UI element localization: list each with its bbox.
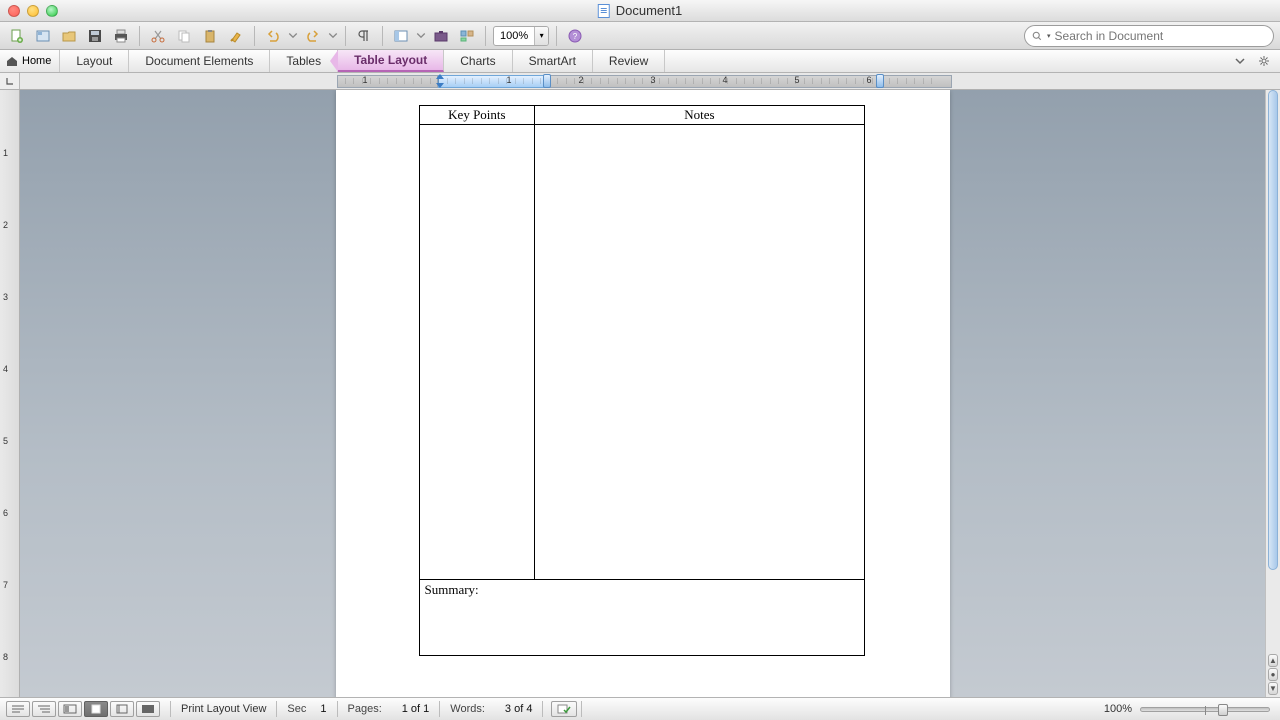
scroll-next-page-button[interactable]: ▼ <box>1268 682 1278 695</box>
ribbon-settings-button[interactable] <box>1256 53 1272 69</box>
ribbon-tab-smartart[interactable]: SmartArt <box>513 50 593 72</box>
close-window-button[interactable] <box>8 5 20 17</box>
search-icon <box>1031 30 1043 42</box>
titlebar: Document1 <box>0 0 1280 22</box>
minimize-window-button[interactable] <box>27 5 39 17</box>
notebook-layout-view-button[interactable] <box>110 701 134 717</box>
column-marker-right[interactable] <box>876 74 884 88</box>
format-painter-button[interactable] <box>225 25 247 47</box>
ribbon-tab-layout[interactable]: Layout <box>60 50 129 72</box>
scroll-prev-page-button[interactable]: ▲ <box>1268 654 1278 667</box>
word-count-indicator[interactable]: Words: 3 of 4 <box>444 703 538 715</box>
workspace: 1 2 3 4 5 6 7 8 Key Points Notes Summary… <box>0 90 1280 697</box>
ribbon-home-label: Home <box>22 55 51 67</box>
ribbon-home-tab[interactable]: Home <box>0 50 60 72</box>
ribbon-tab-charts[interactable]: Charts <box>444 50 512 72</box>
status-bar: Print Layout View Sec 1 Pages: 1 of 1 Wo… <box>0 697 1280 720</box>
zoom-value: 100% <box>494 30 534 42</box>
open-button[interactable] <box>58 25 80 47</box>
spell-check-button[interactable] <box>551 701 577 717</box>
table-cell-keypoints[interactable] <box>419 125 535 580</box>
window-title: Document1 <box>616 3 682 18</box>
document-page[interactable]: Key Points Notes Summary: <box>336 90 950 697</box>
print-layout-view-button[interactable] <box>84 701 108 717</box>
new-from-template-button[interactable] <box>32 25 54 47</box>
ribbon-tab-review[interactable]: Review <box>593 50 665 72</box>
print-button[interactable] <box>110 25 132 47</box>
zoom-selector[interactable]: 100% ▾ <box>493 26 549 46</box>
ribbon-tab-tables[interactable]: Tables <box>270 50 338 72</box>
undo-dropdown[interactable] <box>288 25 298 47</box>
table-cell-summary[interactable]: Summary: <box>419 580 864 656</box>
page-area[interactable]: Key Points Notes Summary: <box>20 90 1265 697</box>
search-scope-arrow[interactable]: ▾ <box>1047 32 1051 40</box>
view-mode-label: Print Layout View <box>175 703 272 715</box>
paste-button[interactable] <box>199 25 221 47</box>
sidebar-toggle-button[interactable] <box>390 25 412 47</box>
ribbon-tab-document-elements[interactable]: Document Elements <box>129 50 270 72</box>
toolbox-button[interactable] <box>430 25 452 47</box>
first-line-indent-marker[interactable] <box>436 74 444 79</box>
redo-button[interactable] <box>302 25 324 47</box>
focus-view-button[interactable] <box>136 701 160 717</box>
table-header-col1[interactable]: Key Points <box>419 106 535 125</box>
zoom-window-button[interactable] <box>46 5 58 17</box>
vertical-ruler[interactable]: 1 2 3 4 5 6 7 8 <box>0 90 20 697</box>
zoom-percent-label[interactable]: 100% <box>1104 703 1132 715</box>
zoom-slider-knob[interactable] <box>1218 704 1228 716</box>
ribbon-tabs: Home Layout Document Elements Tables Tab… <box>0 50 1280 73</box>
column-marker-left[interactable] <box>543 74 551 88</box>
help-button[interactable]: ? <box>564 25 586 47</box>
redo-dropdown[interactable] <box>328 25 338 47</box>
hanging-indent-marker[interactable] <box>436 83 444 88</box>
draft-view-button[interactable] <box>6 701 30 717</box>
home-icon <box>6 55 18 67</box>
scrollbar-thumb[interactable] <box>1268 90 1278 570</box>
table-cell-notes[interactable] <box>535 125 864 580</box>
show-formatting-button[interactable] <box>353 25 375 47</box>
standard-toolbar: 100% ▾ ? ▾ <box>0 22 1280 50</box>
undo-button[interactable] <box>262 25 284 47</box>
horizontal-ruler[interactable]: 1 1 2 3 4 5 6 <box>0 73 1280 90</box>
table-header-col2[interactable]: Notes <box>535 106 864 125</box>
vertical-scrollbar[interactable]: ▲ ● ▼ <box>1265 90 1280 697</box>
svg-text:?: ? <box>573 32 578 41</box>
zoom-slider[interactable] <box>1140 707 1270 712</box>
publishing-layout-view-button[interactable] <box>58 701 82 717</box>
browse-object-button[interactable]: ● <box>1268 668 1278 681</box>
search-input[interactable] <box>1055 29 1267 43</box>
search-box[interactable]: ▾ <box>1024 25 1274 47</box>
document-icon <box>598 4 610 18</box>
ribbon-expand-button[interactable] <box>1232 53 1248 69</box>
section-indicator[interactable]: Sec 1 <box>281 703 332 715</box>
ribbon-tab-table-layout[interactable]: Table Layout <box>338 50 444 72</box>
media-browser-button[interactable] <box>456 25 478 47</box>
zoom-dropdown-arrow[interactable]: ▾ <box>534 27 548 45</box>
outline-view-button[interactable] <box>32 701 56 717</box>
page-indicator[interactable]: Pages: 1 of 1 <box>342 703 436 715</box>
copy-button[interactable] <box>173 25 195 47</box>
cut-button[interactable] <box>147 25 169 47</box>
cornell-notes-table[interactable]: Key Points Notes Summary: <box>419 105 865 656</box>
sidebar-dropdown[interactable] <box>416 25 426 47</box>
ruler-corner-tab-selector[interactable] <box>0 73 20 89</box>
new-document-button[interactable] <box>6 25 28 47</box>
save-button[interactable] <box>84 25 106 47</box>
